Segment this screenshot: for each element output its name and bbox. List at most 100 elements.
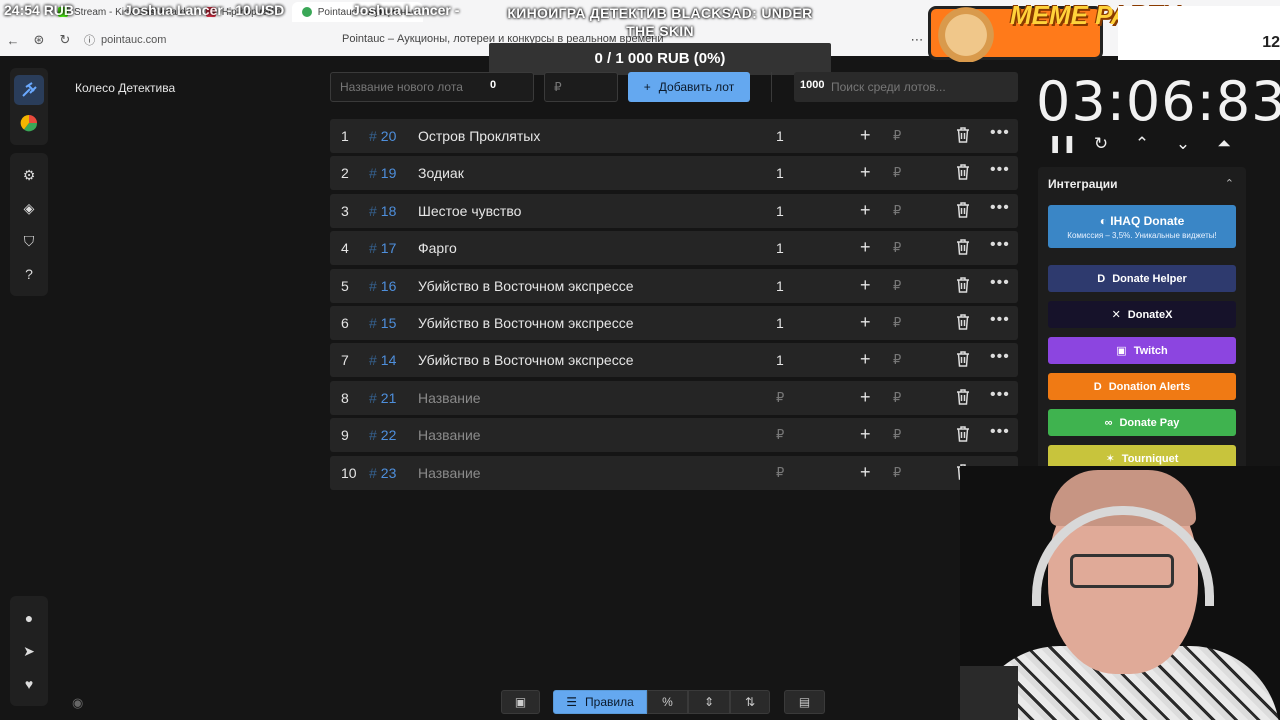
- add-amount-icon[interactable]: +: [860, 237, 871, 258]
- lot-id: #23: [369, 464, 397, 481]
- add-amount-input[interactable]: ₽: [893, 165, 901, 181]
- more-options-icon[interactable]: •••: [990, 236, 1010, 254]
- lot-amount-field[interactable]: 1: [776, 278, 784, 294]
- stream-title-overlay: КИНОИГРА ДЕТЕКТИВ BLACKSAD: UNDER THE SK…: [507, 5, 813, 39]
- lot-amount-field[interactable]: 1: [776, 165, 784, 181]
- wheel-icon[interactable]: [14, 108, 44, 138]
- save-icon[interactable]: ▣: [501, 690, 540, 714]
- help-icon[interactable]: ?: [14, 259, 44, 289]
- pause-icon[interactable]: ❚❚: [1048, 134, 1077, 158]
- add-amount-icon[interactable]: +: [860, 387, 871, 408]
- lot-name-field[interactable]: Фарго: [418, 240, 457, 256]
- clear-lots-icon[interactable]: ▤: [784, 690, 825, 714]
- add-amount-input[interactable]: ₽: [893, 203, 901, 219]
- trash-icon[interactable]: [956, 426, 970, 445]
- trash-icon[interactable]: [956, 351, 970, 370]
- more-options-icon[interactable]: •••: [990, 348, 1010, 366]
- percent-icon[interactable]: %: [647, 690, 688, 714]
- add-amount-input[interactable]: ₽: [893, 278, 901, 294]
- lot-name-field[interactable]: Название: [418, 390, 481, 406]
- lot-amount-field[interactable]: ₽: [776, 390, 784, 406]
- lot-name-field[interactable]: Убийство в Восточном экспрессе: [418, 278, 634, 294]
- trash-icon[interactable]: [956, 314, 970, 333]
- telegram-icon[interactable]: ➤: [14, 636, 44, 666]
- eye-icon[interactable]: ◉: [72, 695, 83, 711]
- chevron-up-icon[interactable]: ⌃: [1130, 134, 1154, 158]
- chevron-down-icon[interactable]: ⌄: [1171, 134, 1195, 158]
- reload-icon[interactable]: ↻: [52, 32, 78, 48]
- lot-name-field[interactable]: Убийство в Восточном экспрессе: [418, 315, 634, 331]
- add-amount-input[interactable]: ₽: [893, 315, 901, 331]
- lot-amount-field[interactable]: ₽: [776, 465, 784, 481]
- more-options-icon[interactable]: •••: [990, 311, 1010, 329]
- trash-icon[interactable]: [956, 202, 970, 221]
- lot-search-input[interactable]: Поиск среди лотов...: [794, 72, 1018, 102]
- sort-icon[interactable]: ⇅: [730, 690, 770, 714]
- split-icon[interactable]: ⇕: [688, 690, 730, 714]
- lot-amount-field[interactable]: 1: [776, 315, 784, 331]
- trash-icon[interactable]: [956, 127, 970, 146]
- add-amount-icon[interactable]: +: [860, 125, 871, 146]
- lot-name-field[interactable]: Название: [418, 465, 481, 481]
- ihaq-donate-button[interactable]: ◐ IHAQ Donate Комиссия – 3,5%. Уникальны…: [1048, 205, 1236, 248]
- back-icon[interactable]: ←: [0, 33, 26, 48]
- lot-amount-field[interactable]: 1: [776, 203, 784, 219]
- more-options-icon[interactable]: •••: [990, 423, 1010, 441]
- more-options-icon[interactable]: •••: [990, 124, 1010, 142]
- rules-button[interactable]: ☰ Правила: [553, 690, 647, 714]
- add-amount-icon[interactable]: +: [860, 424, 871, 445]
- more-options-icon[interactable]: •••: [990, 161, 1010, 179]
- lot-amount-field[interactable]: 1: [776, 352, 784, 368]
- lot-amount-field[interactable]: ₽: [776, 427, 784, 443]
- lot-amount-field[interactable]: 1: [776, 240, 784, 256]
- more-options-icon[interactable]: •••: [990, 386, 1010, 404]
- integration-logo-icon: ✕: [1111, 309, 1121, 321]
- double-chevron-up-icon[interactable]: ⏶: [1212, 134, 1236, 158]
- trash-icon[interactable]: [956, 164, 970, 183]
- table-row: 7 #14 Убийство в Восточном экспрессе 1 + ₽ •••: [330, 343, 1018, 378]
- bottom-toolbar-main: ☰ Правила % ⇕ ⇅: [553, 690, 770, 714]
- integration-twitch-button[interactable]: ▣ Twitch: [1048, 337, 1236, 364]
- lot-amount-field[interactable]: 1: [776, 128, 784, 144]
- collapse-chevron-icon[interactable]: ⌃: [1225, 177, 1234, 190]
- integration-donatex-button[interactable]: ✕ DonateX: [1048, 301, 1236, 328]
- integration-donate-pay-button[interactable]: ∞ Donate Pay: [1048, 409, 1236, 436]
- reset-icon[interactable]: ↻: [1089, 134, 1113, 158]
- donate-hand-icon[interactable]: ♥: [14, 669, 44, 699]
- more-options-icon[interactable]: •••: [990, 199, 1010, 217]
- lot-name-field[interactable]: Остров Проклятых: [418, 128, 540, 144]
- lot-name-field[interactable]: Шестое чувство: [418, 203, 521, 219]
- lot-name-field[interactable]: Зодиак: [418, 165, 464, 181]
- auction-gavel-icon[interactable]: [14, 75, 44, 105]
- more-options-icon[interactable]: •••: [990, 274, 1010, 292]
- integration-donate-helper-button[interactable]: D Donate Helper: [1048, 265, 1236, 292]
- new-lot-price-input[interactable]: ₽: [544, 72, 618, 102]
- add-amount-input[interactable]: ₽: [893, 352, 901, 368]
- layers-icon[interactable]: ◈: [14, 193, 44, 223]
- add-amount-icon[interactable]: +: [860, 349, 871, 370]
- trash-icon[interactable]: [956, 276, 970, 296]
- add-amount-input[interactable]: ₽: [893, 465, 901, 481]
- gear-icon[interactable]: ⚙: [14, 160, 44, 190]
- add-lot-button[interactable]: + Добавить лот: [628, 72, 750, 102]
- add-amount-icon[interactable]: +: [860, 162, 871, 183]
- address-bar[interactable]: ⓘ pointauc.com: [84, 32, 304, 48]
- add-amount-input[interactable]: ₽: [893, 427, 901, 443]
- add-amount-input[interactable]: ₽: [893, 390, 901, 406]
- new-lot-name-input[interactable]: Название нового лота: [330, 72, 534, 102]
- add-amount-input[interactable]: ₽: [893, 240, 901, 256]
- trash-icon[interactable]: [956, 388, 970, 408]
- shield-icon[interactable]: ⊛: [26, 32, 52, 48]
- shield-check-icon[interactable]: ⛉: [14, 226, 44, 256]
- add-amount-input[interactable]: ₽: [893, 128, 901, 144]
- add-amount-icon[interactable]: +: [860, 462, 871, 483]
- lot-name-field[interactable]: Убийство в Восточном экспрессе: [418, 352, 634, 368]
- add-amount-icon[interactable]: +: [860, 200, 871, 221]
- github-icon[interactable]: ●: [14, 603, 44, 633]
- add-amount-icon[interactable]: +: [860, 312, 871, 333]
- integration-donation-alerts-button[interactable]: D Donation Alerts: [1048, 373, 1236, 400]
- add-amount-icon[interactable]: +: [860, 275, 871, 296]
- lot-name-field[interactable]: Название: [418, 427, 481, 443]
- trash-icon[interactable]: [956, 239, 970, 258]
- lot-id: #14: [369, 352, 397, 369]
